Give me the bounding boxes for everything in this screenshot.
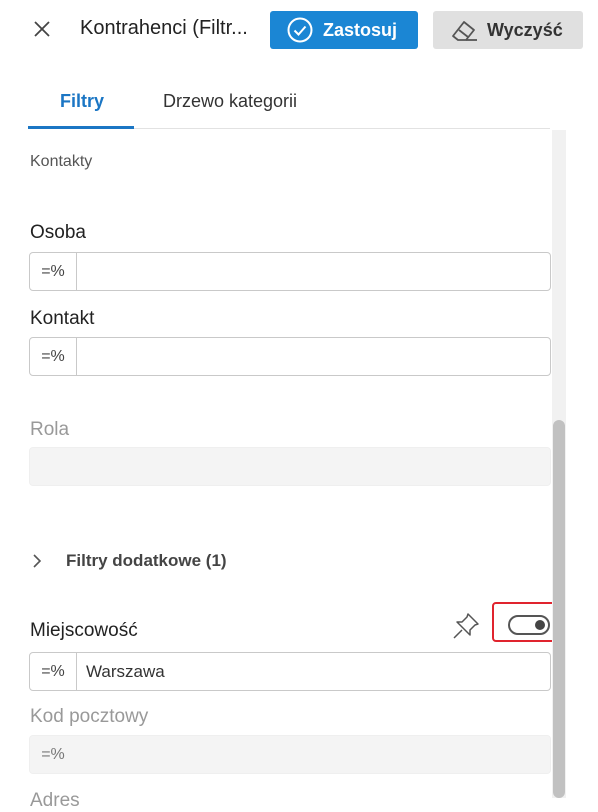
- tab-bar: Filtry Drzewo kategorii: [0, 64, 598, 130]
- city-filter-toggle[interactable]: [508, 615, 550, 635]
- field-label-person: Osoba: [30, 222, 86, 243]
- pin-button[interactable]: [451, 611, 481, 641]
- clear-button-label: Wyczyść: [487, 20, 563, 40]
- city-input[interactable]: Warszawa: [86, 662, 165, 682]
- apply-button[interactable]: Zastosuj: [270, 11, 418, 49]
- section-title-contacts: Kontakty: [30, 153, 93, 170]
- person-field[interactable]: =%: [29, 252, 551, 291]
- dialog-header: Kontrahenci (Filtr... Zastosuj Wyczyść: [0, 0, 598, 64]
- contact-field[interactable]: =%: [29, 337, 551, 376]
- close-button[interactable]: [28, 14, 56, 44]
- field-label-contact: Kontakt: [30, 308, 95, 329]
- operator-button[interactable]: =%: [30, 653, 77, 690]
- pin-icon: [453, 613, 479, 639]
- operator-button[interactable]: =%: [30, 338, 77, 375]
- tab-category-tree[interactable]: Drzewo kategorii: [163, 91, 297, 112]
- role-field: [29, 447, 551, 486]
- check-circle-icon: [287, 17, 313, 43]
- close-icon: [34, 21, 50, 37]
- field-label-city: Miejscowość: [30, 620, 138, 641]
- field-label-postal-code: Kod pocztowy: [30, 706, 149, 727]
- operator-button[interactable]: =%: [30, 253, 77, 290]
- filter-panel: Kontakty Osoba =% Kontakt =% Rola Filtry…: [0, 130, 558, 811]
- additional-filters-label: Filtry dodatkowe (1): [66, 551, 227, 570]
- scrollbar-thumb[interactable]: [553, 420, 565, 798]
- eraser-icon: [452, 21, 477, 41]
- clear-button[interactable]: Wyczyść: [433, 11, 583, 49]
- field-label-role: Rola: [30, 419, 70, 440]
- chevron-right-icon: [33, 554, 42, 568]
- toggle-knob: [535, 620, 545, 630]
- postal-code-field: =%: [29, 735, 551, 774]
- tab-filters[interactable]: Filtry: [60, 91, 104, 112]
- operator-button: =%: [30, 736, 77, 773]
- active-tab-indicator: [28, 126, 134, 129]
- field-label-address: Adres: [30, 790, 80, 811]
- apply-button-label: Zastosuj: [323, 20, 398, 40]
- city-field[interactable]: =% Warszawa: [29, 652, 551, 691]
- dialog-title: Kontrahenci (Filtr...: [80, 17, 248, 39]
